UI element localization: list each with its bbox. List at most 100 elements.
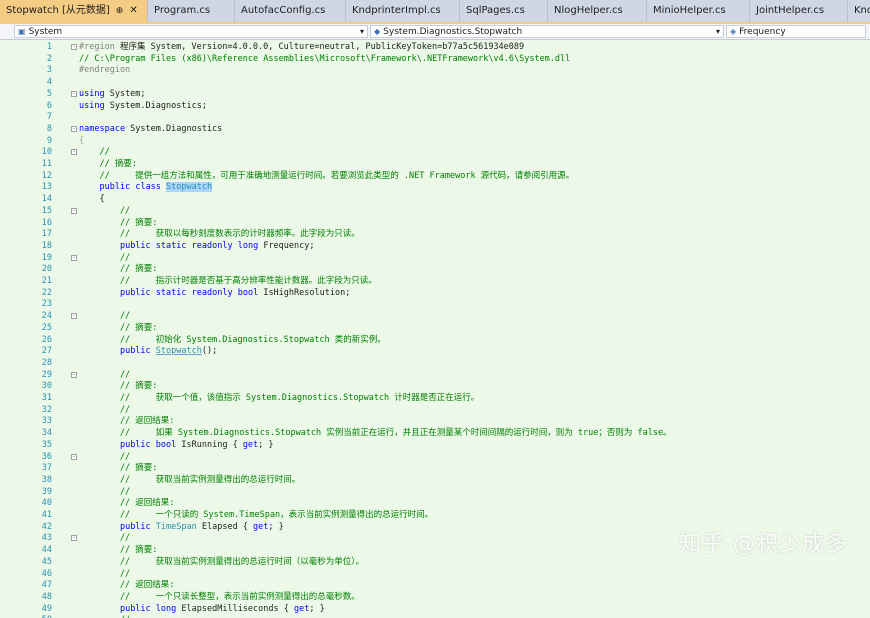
code-text: // 初始化 System.Diagnostics.Stopwatch 类的新实… <box>79 335 386 347</box>
code-line[interactable]: 46 // <box>0 569 870 581</box>
fold-toggle-icon[interactable]: - <box>71 207 77 214</box>
code-token: // 返回结果: <box>79 498 175 509</box>
code-token: namespace <box>79 123 126 134</box>
code-line[interactable]: 27 public Stopwatch(); <box>0 346 870 358</box>
code-line[interactable]: 11 // 摘要: <box>0 159 870 171</box>
code-line[interactable]: 32 // <box>0 405 870 417</box>
code-line[interactable]: 26 // 初始化 System.Diagnostics.Stopwatch 类… <box>0 335 870 347</box>
code-line[interactable]: 30 // 摘要: <box>0 381 870 393</box>
code-token: readonly <box>191 240 233 251</box>
code-line[interactable]: 40 // 返回结果: <box>0 498 870 510</box>
code-token: static <box>155 240 187 251</box>
code-text: // 摘要: <box>79 323 157 335</box>
code-line[interactable]: 13 public class Stopwatch <box>0 182 870 194</box>
code-line[interactable]: 25 // 摘要: <box>0 323 870 335</box>
code-line[interactable]: 21 // 指示计时器是否基于高分辨率性能计数器。此字段为只读。 <box>0 276 870 288</box>
code-line[interactable]: 18 public static readonly long Frequency… <box>0 241 870 253</box>
tab-8[interactable]: Knd <box>848 0 870 22</box>
fold-toggle-icon[interactable]: - <box>71 371 77 378</box>
code-token: #region <box>79 42 120 52</box>
fold-toggle-icon[interactable]: - <box>71 125 77 132</box>
code-line[interactable]: 19 - // <box>0 253 870 265</box>
fold-toggle-icon[interactable]: - <box>71 254 77 261</box>
code-text: // 获取一个值，该值指示 System.Diagnostics.Stopwat… <box>79 393 479 405</box>
fold-toggle-icon[interactable]: - <box>71 535 77 542</box>
line-number: 39 <box>41 486 52 497</box>
code-token: Stopwatch <box>155 346 202 357</box>
line-number: 36 <box>41 451 52 462</box>
code-line[interactable]: 38 // 获取当前实例测量得出的总运行时间。 <box>0 475 870 487</box>
tab-5[interactable]: NlogHelper.cs <box>548 0 647 22</box>
code-line[interactable]: 4 <box>0 77 870 89</box>
code-text: // <box>79 206 130 218</box>
code-line[interactable]: 37 // 摘要: <box>0 463 870 475</box>
type-dropdown[interactable]: ◆ System.Diagnostics.Stopwatch ▾ <box>370 25 724 38</box>
code-line[interactable]: 7 <box>0 112 870 124</box>
code-line[interactable]: 22 public static readonly bool IsHighRes… <box>0 288 870 300</box>
line-number: 21 <box>41 276 52 286</box>
code-line[interactable]: 10 - // <box>0 147 870 159</box>
code-line[interactable]: 41 // 一个只读的 System.TimeSpan，表示当前实例测量得出的总… <box>0 510 870 522</box>
code-line[interactable]: 36 - // <box>0 452 870 464</box>
class-icon: ◆ <box>374 27 381 36</box>
close-icon[interactable]: ✕ <box>129 0 137 22</box>
code-line[interactable]: 48 // 一个只读长整型，表示当前实例测量得出的总毫秒数。 <box>0 592 870 604</box>
code-line[interactable]: 16 // 摘要: <box>0 218 870 230</box>
code-line[interactable]: 28 <box>0 358 870 370</box>
code-line[interactable]: 14 { <box>0 194 870 206</box>
fold-toggle-icon[interactable]: - <box>71 313 77 320</box>
code-line[interactable]: 20 // 摘要: <box>0 264 870 276</box>
code-line[interactable]: 9{ <box>0 136 870 148</box>
fold-toggle-icon[interactable]: - <box>71 149 77 156</box>
code-line[interactable]: 39 // <box>0 487 870 499</box>
code-line[interactable]: 8 - namespace System.Diagnostics <box>0 124 870 136</box>
code-text: using System.Diagnostics; <box>79 101 207 113</box>
fold-toggle-icon[interactable]: - <box>71 453 77 460</box>
code-line[interactable]: 3 #endregion <box>0 65 870 77</box>
code-line[interactable]: 15 - // <box>0 206 870 218</box>
code-line[interactable]: 12 // 提供一组方法和属性，可用于准确地测量运行时间。若要浏览此类型的 .N… <box>0 171 870 183</box>
code-line[interactable]: 24 - // <box>0 311 870 323</box>
code-token: // 摘要: <box>79 463 158 474</box>
code-token: System.Diagnostics <box>125 123 223 134</box>
code-line[interactable]: 2 // C:\Program Files (x86)\Reference Ass… <box>0 54 870 66</box>
tab-1[interactable]: Program.cs <box>148 0 235 22</box>
code-token: ; } <box>309 603 325 614</box>
code-line[interactable]: 5 - using System; <box>0 89 870 101</box>
code-line[interactable]: 47 // 返回结果: <box>0 580 870 592</box>
code-token: // 提供一组方法和属性，可用于准确地测量运行时间。若要浏览此类型的 .NET … <box>79 170 575 181</box>
code-line[interactable]: 49 public long ElapsedMilliseconds { get… <box>0 604 870 616</box>
code-line[interactable]: 45 // 获取当前实例测量得出的总运行时间（以毫秒为单位）。 <box>0 557 870 569</box>
code-line[interactable]: 23 <box>0 299 870 311</box>
tab-6[interactable]: MinioHelper.cs <box>647 0 750 22</box>
code-line[interactable]: 31 // 获取一个值，该值指示 System.Diagnostics.Stop… <box>0 393 870 405</box>
code-line[interactable]: 34 // 如果 System.Diagnostics.Stopwatch 实例… <box>0 428 870 440</box>
code-line[interactable]: 17 // 获取以每秒刻度数表示的计时器频率。此字段为只读。 <box>0 229 870 241</box>
code-line[interactable]: 33 // 返回结果: <box>0 416 870 428</box>
code-text: // <box>79 452 130 464</box>
tab-4[interactable]: SqlPages.cs <box>460 0 548 22</box>
project-dropdown[interactable]: ▣ System ▾ <box>14 25 368 38</box>
code-text: { <box>79 194 104 206</box>
tab-label: Knd <box>854 5 870 16</box>
pin-icon[interactable]: ⊕ <box>116 0 124 22</box>
code-line[interactable]: 6 using System.Diagnostics; <box>0 101 870 113</box>
code-text: // 返回结果: <box>79 580 174 592</box>
code-line[interactable]: 29 - // <box>0 370 870 382</box>
line-number: 33 <box>41 416 52 427</box>
fold-toggle-icon[interactable]: - <box>71 44 77 50</box>
code-line[interactable]: 35 public bool IsRunning { get; } <box>0 440 870 452</box>
fold-toggle-icon[interactable]: - <box>71 90 77 97</box>
type-dropdown-label: System.Diagnostics.Stopwatch <box>383 27 523 37</box>
code-token: Frequency; <box>258 240 315 251</box>
code-token: // <box>79 311 131 322</box>
tab-0[interactable]: Stopwatch [从元数据] ⊕ ✕ <box>0 0 148 22</box>
code-token: public <box>119 603 151 614</box>
tab-2[interactable]: AutofacConfig.cs <box>235 0 346 22</box>
tab-3[interactable]: KndprinterImpl.cs <box>346 0 460 22</box>
navigation-bar: ▣ System ▾ ◆ System.Diagnostics.Stopwatch ▾ … <box>0 24 870 40</box>
member-dropdown[interactable]: ◈ Frequency <box>726 25 866 38</box>
code-line[interactable]: 1 - #region 程序集 System, Version=4.0.0.0, C… <box>0 42 870 54</box>
tab-7[interactable]: JointHelper.cs <box>750 0 848 22</box>
document-tab-strip: Stopwatch [从元数据] ⊕ ✕ Program.cs AutofacConfi… <box>0 0 870 24</box>
